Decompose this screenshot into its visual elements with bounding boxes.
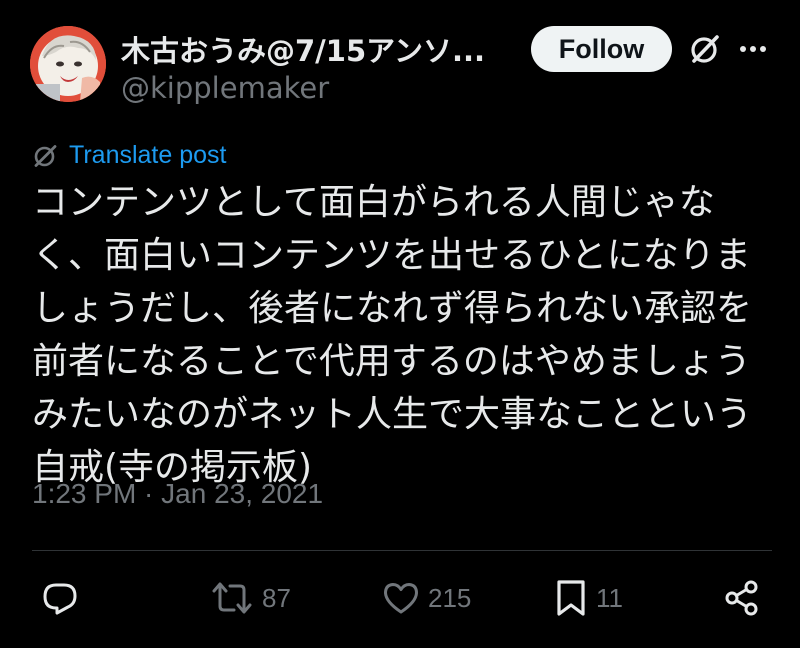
heart-icon xyxy=(384,583,418,614)
bookmark-icon xyxy=(557,580,585,616)
tweet-text-line: 前者になることで代用するのはやめましょう xyxy=(32,341,751,382)
tweet-text-line: コンテンツとして面白がられる人間じゃな xyxy=(32,182,715,223)
like-count: 215 xyxy=(428,582,472,613)
tweet-text: コンテンツとして面白がられる人間じゃな く、面白いコンテンツを出せるひとになりま… xyxy=(32,176,772,494)
tweet-timestamp[interactable]: 1:23 PM · Jan 23, 2021 xyxy=(32,478,323,510)
retweet-icon xyxy=(212,582,252,614)
more-dots-icon[interactable] xyxy=(735,34,771,64)
author-display-name[interactable]: 木古おうみ@7/15アンソ... xyxy=(121,28,485,70)
divider xyxy=(32,550,772,551)
tweet-text-line: みたいなのがネット人生で大事なことという xyxy=(32,394,753,435)
reply-button[interactable] xyxy=(40,576,80,620)
avatar-illustration-icon xyxy=(30,26,106,102)
retweet-count: 87 xyxy=(262,582,291,613)
translate-post[interactable]: Translate post xyxy=(32,139,226,171)
follow-button[interactable]: Follow xyxy=(531,26,672,72)
grok-icon xyxy=(32,142,59,169)
avatar[interactable] xyxy=(30,26,106,102)
translate-link[interactable]: Translate post xyxy=(69,141,226,170)
tweet-text-line: しょうだし、後者になれず得られない承認を xyxy=(32,288,753,329)
like-button[interactable]: 215 xyxy=(382,576,471,620)
share-icon xyxy=(725,580,758,616)
grok-icon[interactable] xyxy=(688,32,722,66)
tweet-text-line: く、面白いコンテンツを出せるひとになりま xyxy=(32,235,751,276)
bookmark-count: 11 xyxy=(596,582,623,613)
reply-icon xyxy=(43,583,77,615)
bookmark-button[interactable]: 11 xyxy=(554,576,623,620)
retweet-button[interactable]: 87 xyxy=(210,576,291,620)
share-button[interactable] xyxy=(722,576,762,620)
author-handle[interactable]: @kipplemaker xyxy=(121,71,329,105)
tweet-detail: 木古おうみ@7/15アンソ... @kipplemaker Follow Tra… xyxy=(0,0,800,648)
